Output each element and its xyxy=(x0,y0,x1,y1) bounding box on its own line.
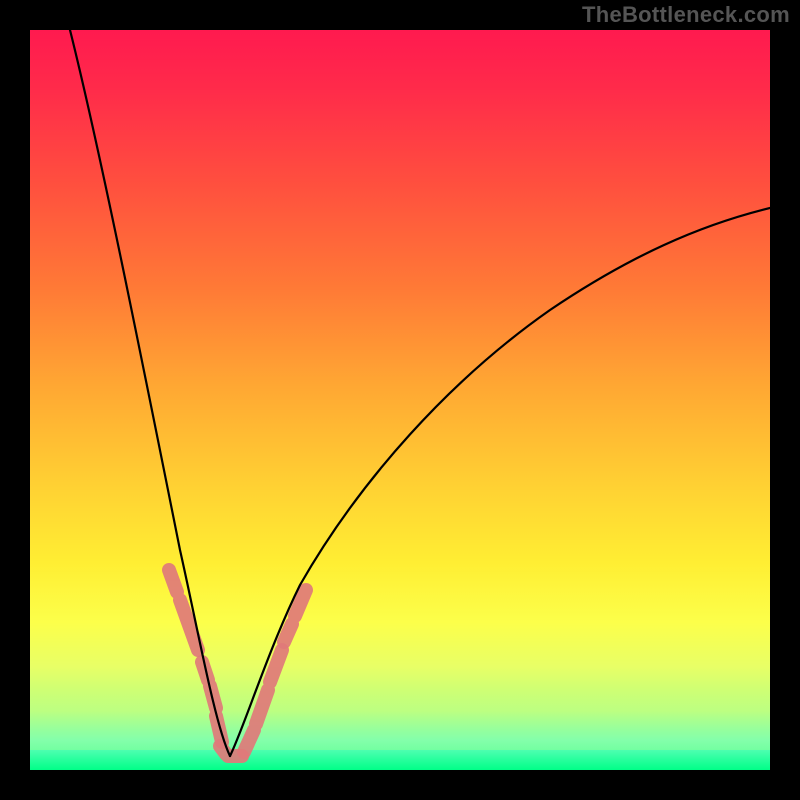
bottleneck-curve xyxy=(30,30,770,770)
highlight-left-lower xyxy=(202,662,222,742)
curve-left-branch xyxy=(70,30,230,756)
watermark-text: TheBottleneck.com xyxy=(582,2,790,28)
plot-area xyxy=(30,30,770,770)
chart-frame: TheBottleneck.com xyxy=(0,0,800,800)
highlight-right-lower xyxy=(244,650,282,752)
curve-right-branch xyxy=(230,208,770,756)
